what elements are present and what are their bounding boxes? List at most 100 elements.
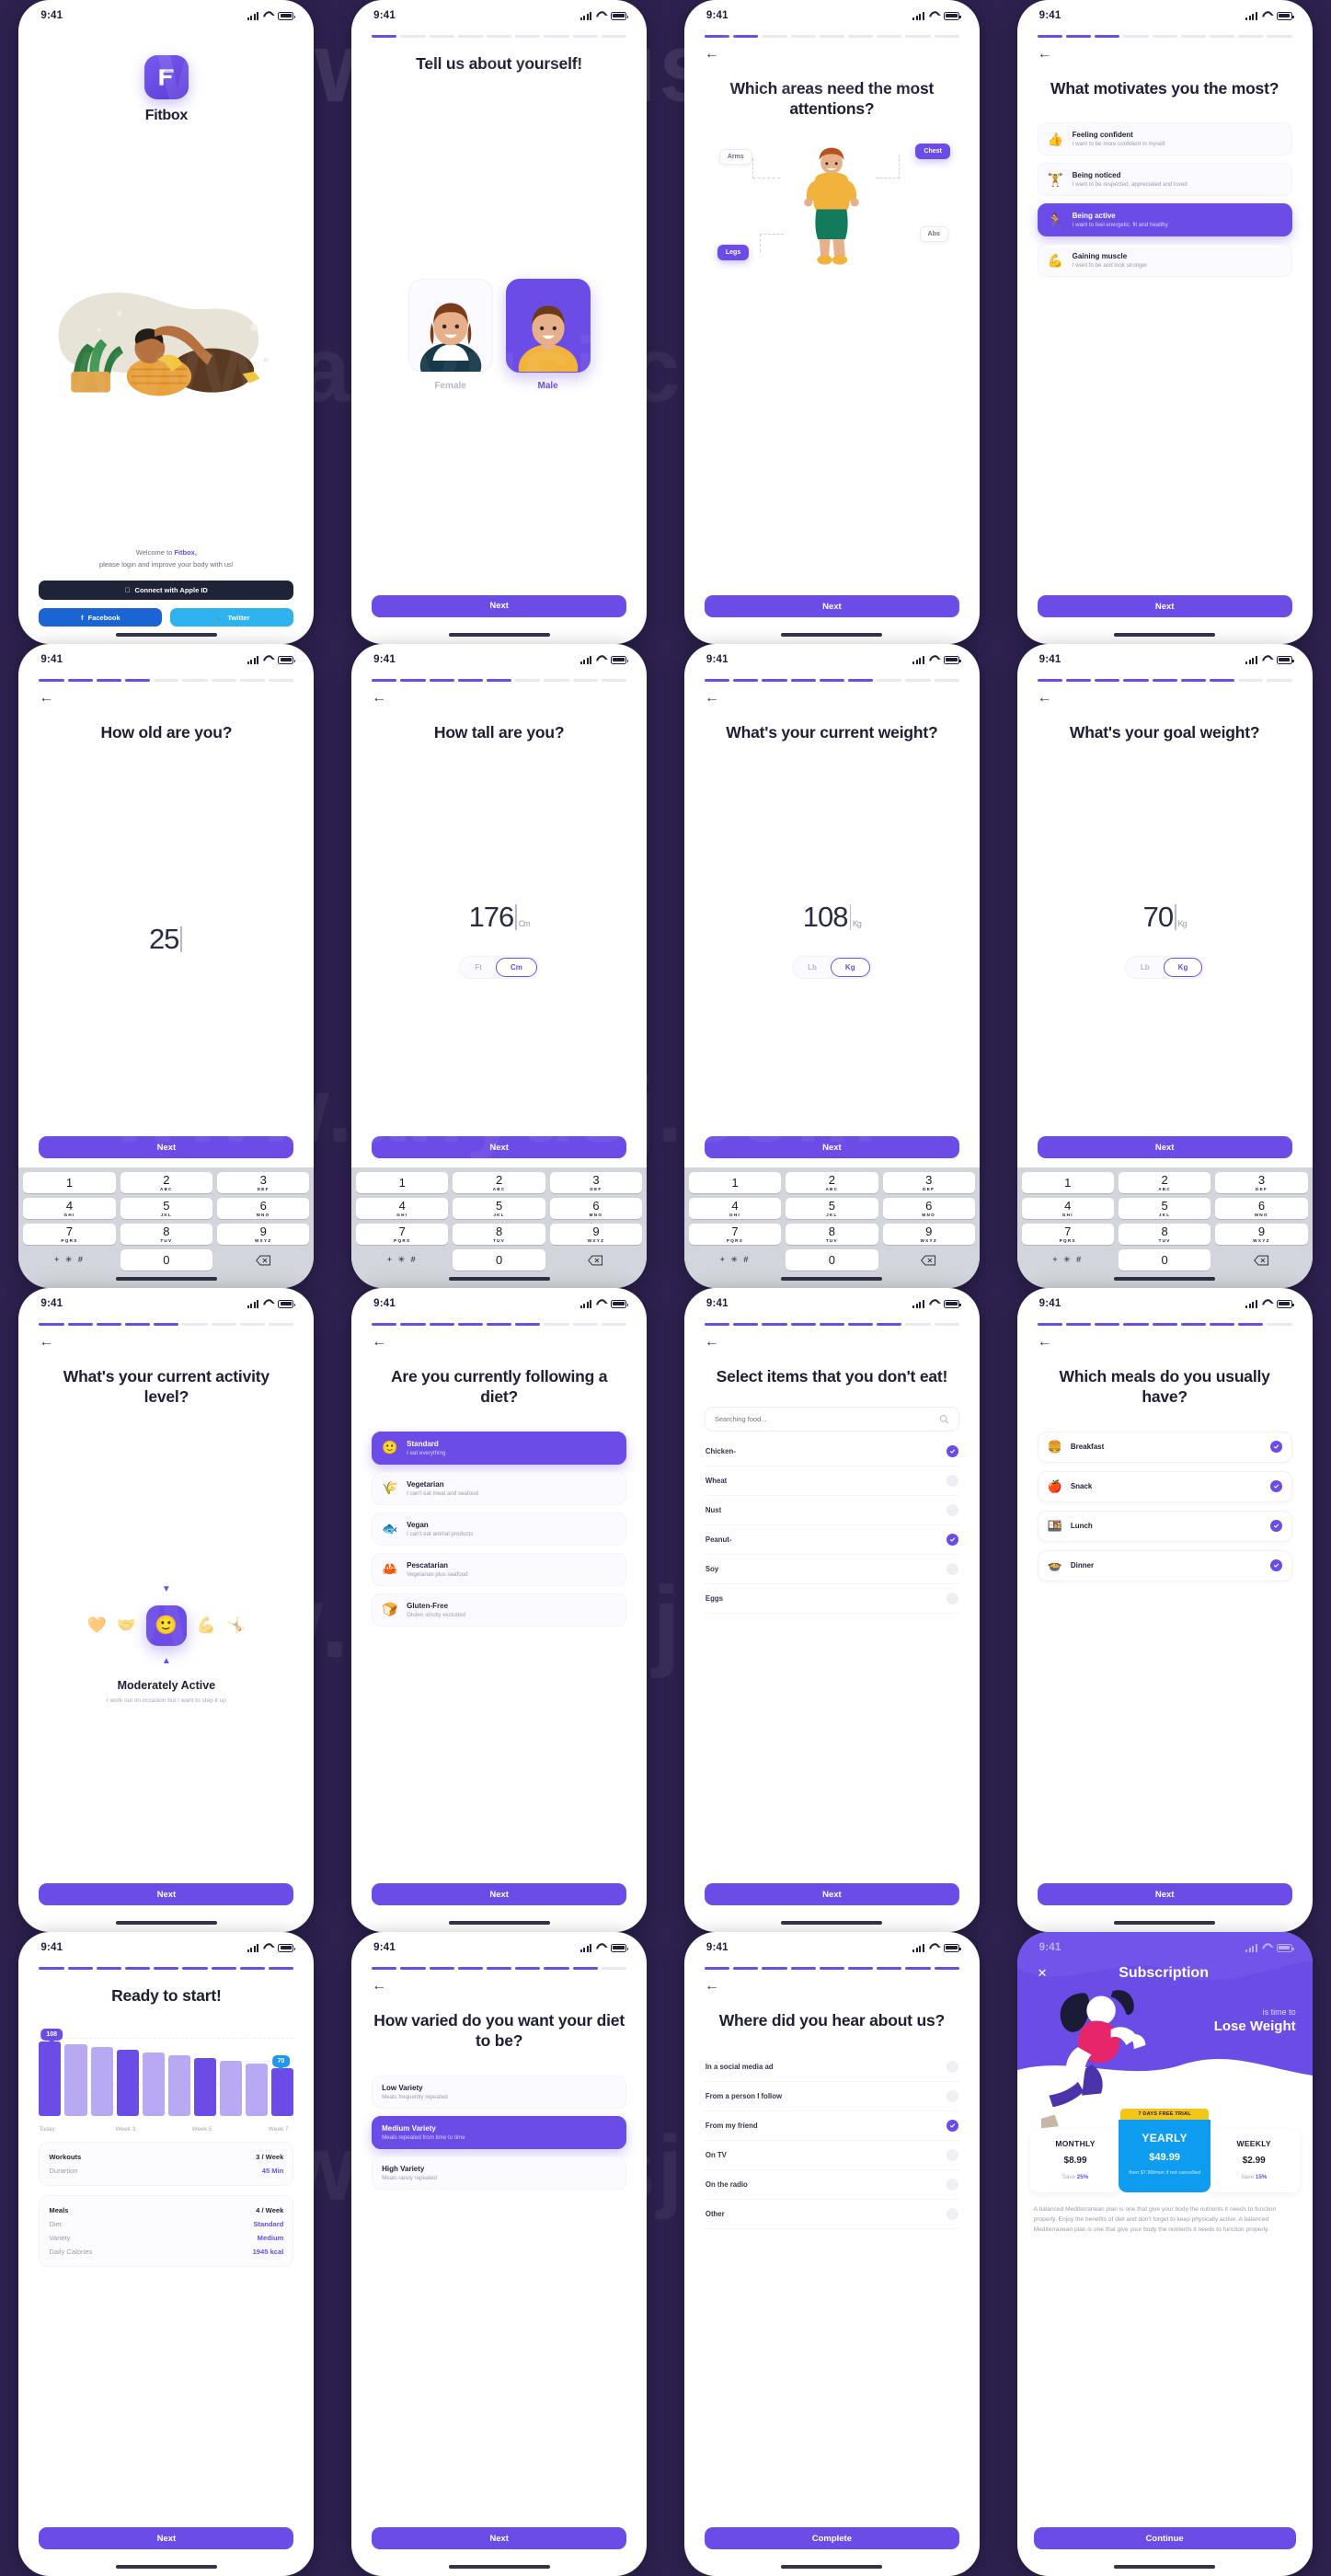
checkbox-icon[interactable]	[946, 1534, 958, 1547]
keypad-key-1[interactable]: 1	[688, 1172, 782, 1193]
checkbox-icon[interactable]	[946, 2090, 958, 2103]
meal-row[interactable]: 🍎 Snack	[1037, 1470, 1292, 1502]
back-arrow-icon[interactable]: ←	[1038, 1334, 1052, 1350]
option-item[interactable]: 🙂 Standard I eat everything	[372, 1431, 627, 1465]
next-button[interactable]: Next	[372, 1136, 627, 1158]
back-arrow-icon[interactable]: ←	[39, 1334, 53, 1350]
next-button[interactable]: Next	[1037, 595, 1292, 617]
option-item[interactable]: 🍞 Gluten-Free Gluten strictly excluded	[372, 1593, 627, 1627]
keypad-key-8[interactable]: 8 TUV	[453, 1224, 545, 1245]
checklist-row[interactable]: Chicken-	[704, 1437, 959, 1467]
keypad-key-4[interactable]: 4 GHI	[356, 1198, 449, 1219]
keypad-key-0[interactable]: 0	[786, 1249, 878, 1271]
area-tag-legs[interactable]: Legs	[717, 244, 750, 260]
numeric-input[interactable]: 70 Kg Lb Kg	[1038, 742, 1292, 1136]
keypad-key-9[interactable]: 9 WXYZ	[882, 1224, 975, 1245]
meal-row[interactable]: 🍔 Breakfast	[1037, 1431, 1292, 1463]
chevron-up-icon[interactable]: ▲	[162, 1656, 171, 1666]
keypad-key-8[interactable]: 8 TUV	[786, 1224, 878, 1245]
keypad-key-4[interactable]: 4 GHI	[688, 1198, 782, 1219]
checklist-row[interactable]: Soy	[704, 1555, 959, 1585]
keypad-key-1[interactable]: 1	[23, 1172, 116, 1193]
next-button[interactable]: Next	[39, 2527, 294, 2549]
checkbox-icon[interactable]	[1269, 1559, 1282, 1572]
keypad-delete-icon[interactable]	[1215, 1249, 1307, 1271]
plan-yearly[interactable]: 7 DAYS FREE TRIAL YEARLY $49.99 then $7.…	[1119, 2109, 1211, 2192]
next-button[interactable]: Next	[372, 1883, 627, 1905]
checklist-row[interactable]: From my friend	[704, 2111, 959, 2142]
checklist-row[interactable]: Nust	[704, 1496, 959, 1526]
back-arrow-icon[interactable]: ←	[1038, 46, 1052, 62]
keypad-key-symbols[interactable]: + ✳ #	[23, 1249, 115, 1271]
keypad-key-symbols[interactable]: + ✳ #	[689, 1249, 781, 1271]
keypad-key-3[interactable]: 3 DEF	[882, 1172, 975, 1193]
area-tag-arms[interactable]: Arms	[718, 148, 752, 165]
gender-option-male[interactable]: Male	[505, 278, 591, 391]
keypad-key-5[interactable]: 5 JKL	[1118, 1198, 1211, 1219]
keypad-key-symbols[interactable]: + ✳ #	[1022, 1249, 1114, 1271]
plan-weekly[interactable]: WEEKLY $2.99 Save 15%	[1208, 2128, 1300, 2192]
unit-option-kg[interactable]: Kg	[830, 957, 870, 977]
meal-row[interactable]: 🍱 Lunch	[1037, 1510, 1292, 1542]
option-item[interactable]: High Variety Meals rarely repeated	[372, 2156, 627, 2190]
numeric-input[interactable]: 25	[39, 742, 293, 1136]
checkbox-icon[interactable]	[946, 1593, 958, 1605]
keypad-key-3[interactable]: 3 DEF	[549, 1172, 643, 1193]
checkbox-icon[interactable]	[946, 1445, 958, 1458]
keypad-key-5[interactable]: 5 JKL	[120, 1198, 213, 1219]
next-button[interactable]: Next	[39, 1883, 294, 1905]
unit-option-ft[interactable]: Ft	[461, 959, 496, 976]
checkbox-icon[interactable]	[1269, 1520, 1282, 1533]
next-button[interactable]: Complete	[704, 2527, 959, 2549]
checklist-row[interactable]: On the radio	[704, 2170, 959, 2201]
keypad-delete-icon[interactable]	[217, 1249, 309, 1271]
back-arrow-icon[interactable]: ←	[372, 1978, 386, 1994]
activity-picker[interactable]: ▼ 🧡 🤝 🙂 💪 🤸 ▲ Moderately Active I work o…	[39, 1408, 293, 1883]
checkbox-icon[interactable]	[946, 2120, 958, 2133]
checkbox-icon[interactable]	[946, 2149, 958, 2162]
next-button[interactable]: Next	[39, 1136, 294, 1158]
keypad-key-2[interactable]: 2 ABC	[1118, 1172, 1211, 1193]
keypad-key-symbols[interactable]: + ✳ #	[356, 1249, 448, 1271]
next-button[interactable]: Next	[704, 1136, 959, 1158]
option-item[interactable]: Low Variety Meals frequently repeated	[372, 2075, 627, 2109]
keypad-key-7[interactable]: 7 PQRS	[23, 1224, 116, 1245]
next-button[interactable]: Next	[704, 1883, 959, 1905]
keypad-key-2[interactable]: 2 ABC	[453, 1172, 545, 1193]
next-button[interactable]: Next	[1037, 1136, 1292, 1158]
keypad-key-6[interactable]: 6 MNO	[1215, 1198, 1308, 1219]
checkbox-icon[interactable]	[946, 1504, 958, 1517]
next-button[interactable]: Next	[1037, 1883, 1292, 1905]
numeric-input[interactable]: 108 Kg Lb Kg	[705, 742, 959, 1136]
facebook-button[interactable]: f Facebook	[39, 608, 163, 627]
keypad-key-1[interactable]: 1	[1021, 1172, 1114, 1193]
chevron-down-icon[interactable]: ▼	[162, 1584, 171, 1594]
keypad-key-7[interactable]: 7 PQRS	[688, 1224, 782, 1245]
next-button[interactable]: Next	[704, 595, 959, 617]
keypad-delete-icon[interactable]	[883, 1249, 975, 1271]
unit-option-kg[interactable]: Kg	[1163, 957, 1203, 977]
checklist-row[interactable]: Peanut-	[704, 1525, 959, 1556]
keypad-key-8[interactable]: 8 TUV	[1118, 1224, 1211, 1245]
back-arrow-icon[interactable]: ←	[705, 690, 719, 706]
back-arrow-icon[interactable]: ←	[372, 1334, 386, 1350]
checklist-row[interactable]: Eggs	[704, 1584, 959, 1615]
keypad-key-2[interactable]: 2 ABC	[786, 1172, 878, 1193]
checkbox-icon[interactable]	[1269, 1441, 1282, 1454]
keypad-key-5[interactable]: 5 JKL	[786, 1198, 878, 1219]
meal-row[interactable]: 🍲 Dinner	[1037, 1549, 1292, 1581]
numeric-input[interactable]: 176 Cm Ft Cm	[372, 742, 626, 1136]
option-item[interactable]: 🏋 Being noticed I want to be respected, …	[1037, 163, 1292, 197]
next-button[interactable]: Next	[372, 594, 627, 617]
keypad-key-7[interactable]: 7 PQRS	[356, 1224, 449, 1245]
keypad-key-2[interactable]: 2 ABC	[120, 1172, 213, 1193]
keypad-key-6[interactable]: 6 MNO	[217, 1198, 310, 1219]
search-input[interactable]	[714, 1415, 940, 1424]
continue-button[interactable]: Continue	[1033, 2527, 1296, 2549]
option-item[interactable]: 👍 Feeling confident I want to be more co…	[1037, 122, 1292, 156]
checkbox-icon[interactable]	[1269, 1480, 1282, 1493]
area-tag-chest[interactable]: Chest	[915, 143, 950, 159]
keypad-key-3[interactable]: 3 DEF	[217, 1172, 310, 1193]
back-arrow-icon[interactable]: ←	[372, 690, 386, 706]
back-arrow-icon[interactable]: ←	[705, 1334, 719, 1350]
